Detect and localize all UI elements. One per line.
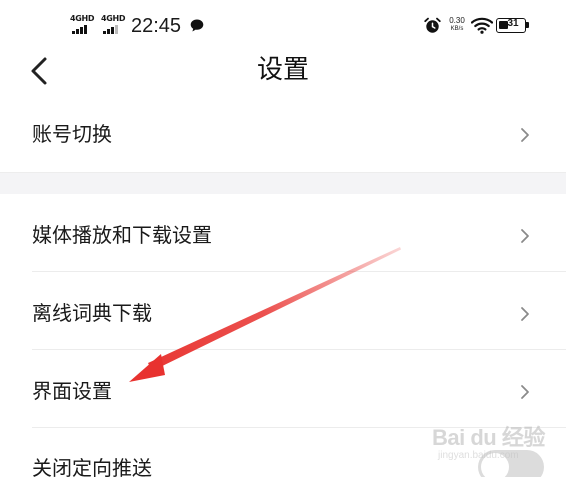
network-speed-value: 0.30 [449, 16, 465, 25]
title-bar: 设置 [0, 46, 566, 96]
wifi-icon [471, 17, 493, 34]
settings-item-interface[interactable]: 界面设置 [0, 350, 566, 428]
network-type-label: 4GHD [101, 14, 126, 23]
network-speed: 0.30 KB/s [445, 16, 469, 34]
chevron-right-icon [521, 229, 529, 243]
settings-item-media-download[interactable]: 媒体播放和下载设置 [0, 194, 566, 272]
battery-level: 31 [507, 18, 519, 29]
settings-item-label: 离线词典下载 [32, 301, 152, 325]
settings-item-label: 界面设置 [32, 379, 112, 403]
baidu-watermark: Bai du 经验 jingyan.baidu.com [432, 420, 558, 468]
battery-icon: 31 [496, 18, 529, 33]
watermark-url: jingyan.baidu.com [438, 450, 519, 461]
status-bar: 4GHD 4GHD 22:45 0.30 KB/s 31 [0, 0, 566, 52]
status-time: 22:45 [131, 15, 182, 37]
signal-strength-icon: 4GHD [101, 14, 127, 36]
settings-item-account-switch[interactable]: 账号切换 [0, 96, 566, 172]
settings-screen: 4GHD 4GHD 22:45 0.30 KB/s 31 设置 账号切换 媒体播… [0, 0, 566, 477]
chat-bubble-icon [190, 19, 204, 32]
settings-item-label: 关闭定向推送 [32, 456, 152, 477]
chevron-right-icon [521, 385, 529, 399]
page-title: 设置 [256, 55, 309, 85]
chevron-right-icon [521, 128, 529, 142]
network-speed-unit: KB/s [450, 26, 464, 32]
settings-item-label: 账号切换 [32, 122, 112, 146]
section-divider [0, 172, 566, 194]
alarm-icon [424, 17, 441, 33]
settings-item-offline-dictionary[interactable]: 离线词典下载 [0, 272, 566, 350]
settings-item-label: 媒体播放和下载设置 [32, 223, 212, 247]
chevron-right-icon [521, 307, 529, 321]
signal-strength-icon: 4GHD [70, 14, 96, 36]
watermark-text: Bai du 经验 [432, 425, 545, 450]
network-type-label: 4GHD [70, 14, 95, 23]
